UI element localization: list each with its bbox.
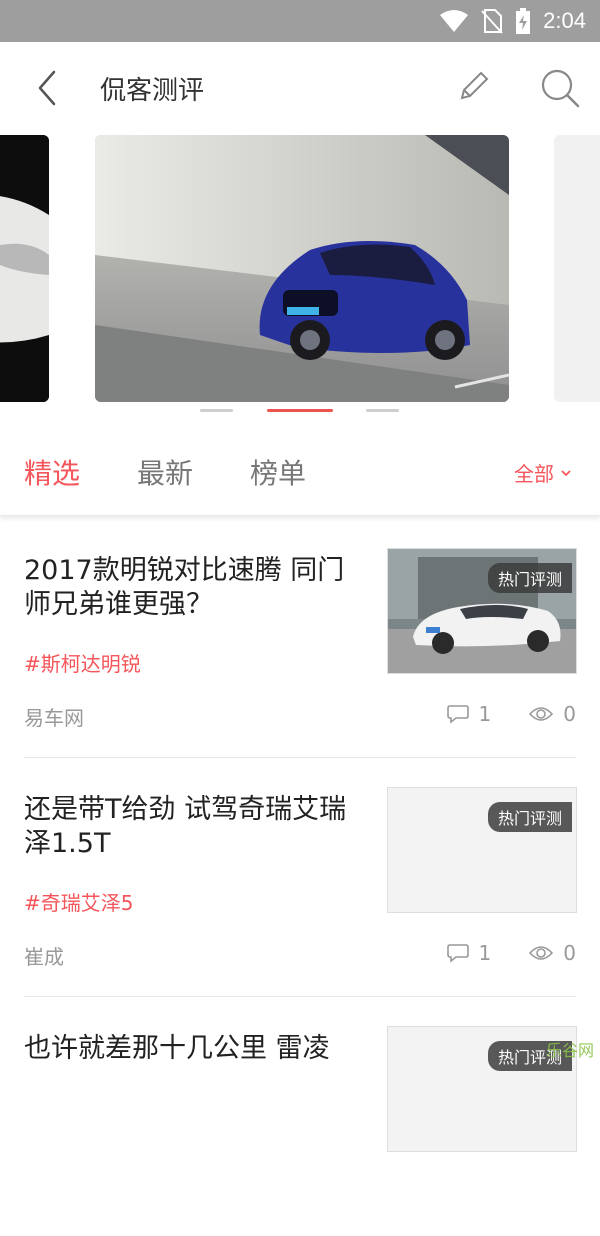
view-count: 0 bbox=[563, 941, 576, 965]
carousel-dot bbox=[366, 409, 399, 412]
comment-count: 1 bbox=[479, 941, 492, 965]
article-title[interactable]: 也许就差那十几公里 雷凌 bbox=[24, 1032, 364, 1066]
filter-dropdown[interactable]: 全部 bbox=[514, 458, 572, 487]
article-thumbnail[interactable]: 热门评测 bbox=[387, 787, 577, 913]
no-sim-icon bbox=[481, 8, 503, 34]
comment-icon bbox=[447, 943, 469, 963]
status-time: 2:04 bbox=[543, 8, 586, 34]
banner-carousel[interactable] bbox=[0, 134, 600, 424]
article-item[interactable]: 也许就差那十几公里 雷凌 热门评测 bbox=[24, 998, 576, 1236]
page-title: 侃客测评 bbox=[100, 70, 204, 107]
comment-icon bbox=[447, 704, 469, 724]
hot-review-badge: 热门评测 bbox=[488, 563, 572, 593]
carousel-indicator bbox=[0, 409, 600, 415]
carousel-slide-current[interactable] bbox=[95, 135, 509, 402]
search-icon[interactable] bbox=[540, 68, 580, 108]
article-stats: 1 0 bbox=[447, 702, 576, 726]
filter-label: 全部 bbox=[514, 458, 554, 487]
article-title[interactable]: 还是带T给劲 试驾奇瑞艾瑞泽1.5T bbox=[24, 793, 364, 861]
view-count: 0 bbox=[563, 702, 576, 726]
article-item[interactable]: 2017款明锐对比速腾 同门师兄弟谁更强？ #斯柯达明锐 易车网 热门评测 1 bbox=[24, 520, 576, 758]
category-tabs: 精选 最新 榜单 全部 bbox=[0, 424, 600, 516]
back-arrow-icon[interactable] bbox=[30, 68, 66, 108]
article-item[interactable]: 还是带T给劲 试驾奇瑞艾瑞泽1.5T #奇瑞艾泽5 崔成 热门评测 1 0 bbox=[24, 759, 576, 997]
eye-icon bbox=[529, 944, 553, 962]
view-stat: 0 bbox=[529, 702, 576, 726]
eye-icon bbox=[529, 705, 553, 723]
wifi-icon bbox=[439, 9, 469, 33]
status-icons: 2:04 bbox=[439, 0, 586, 42]
hot-review-badge: 热门评测 bbox=[488, 802, 572, 832]
article-tag[interactable]: #斯柯达明锐 bbox=[24, 648, 141, 677]
carousel-dot-active bbox=[267, 409, 333, 412]
carousel-slide-prev[interactable] bbox=[0, 135, 49, 402]
watermark-logo: 乐谷网 bbox=[546, 1037, 594, 1061]
view-stat: 0 bbox=[529, 941, 576, 965]
article-title[interactable]: 2017款明锐对比速腾 同门师兄弟谁更强？ bbox=[24, 554, 364, 622]
comment-count: 1 bbox=[479, 702, 492, 726]
carousel-dot bbox=[200, 409, 233, 412]
article-thumbnail[interactable]: 热门评测 bbox=[387, 548, 577, 674]
edit-pencil-icon[interactable] bbox=[454, 68, 492, 106]
article-source: 崔成 bbox=[24, 941, 64, 970]
status-bar: 2:04 bbox=[0, 0, 600, 42]
article-tag[interactable]: #奇瑞艾泽5 bbox=[24, 887, 133, 916]
battery-charging-icon bbox=[515, 7, 531, 35]
article-source: 易车网 bbox=[24, 702, 84, 731]
carousel-slide-next[interactable] bbox=[554, 135, 600, 402]
article-stats: 1 0 bbox=[447, 941, 576, 965]
chevron-down-icon bbox=[560, 468, 572, 478]
tab-featured[interactable]: 精选 bbox=[24, 452, 80, 492]
tab-latest[interactable]: 最新 bbox=[137, 452, 193, 492]
comment-stat[interactable]: 1 bbox=[447, 702, 492, 726]
comment-stat[interactable]: 1 bbox=[447, 941, 492, 965]
app-bar: 侃客测评 bbox=[0, 42, 600, 134]
tab-ranking[interactable]: 榜单 bbox=[250, 452, 306, 492]
